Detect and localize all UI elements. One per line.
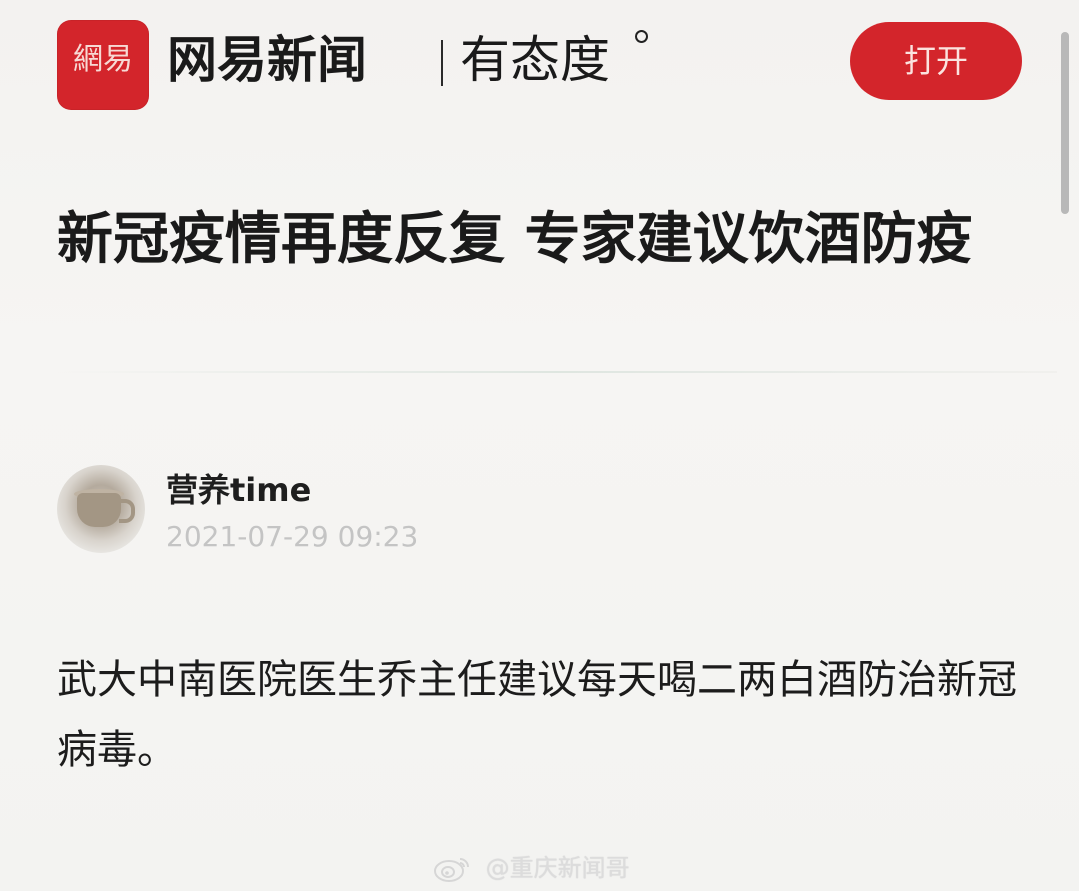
- article-title: 新冠疫情再度反复 专家建议饮酒防疫: [57, 207, 973, 272]
- weibo-icon: [434, 858, 469, 882]
- open-app-button[interactable]: 打开: [850, 22, 1022, 100]
- divider: [57, 371, 1057, 373]
- brand-name: 网易新闻: [167, 31, 367, 89]
- author-name[interactable]: 营养time: [166, 470, 311, 510]
- netease-news-logo: 網易: [57, 20, 149, 110]
- author-avatar[interactable]: [57, 465, 145, 553]
- app-header: 網易 网易新闻 有态度 打开: [0, 0, 1079, 130]
- weibo-watermark: @重庆新闻哥: [432, 850, 630, 886]
- publish-timestamp: 2021-07-29 09:23: [166, 520, 419, 553]
- scrollbar[interactable]: [1061, 32, 1069, 214]
- brand-slogan: 有态度: [460, 31, 610, 89]
- registered-mark-icon: [635, 30, 648, 43]
- watermark-text: @重庆新闻哥: [485, 854, 630, 882]
- article-body: 武大中南医院医生乔主任建议每天喝二两白酒防治新冠病毒。: [57, 657, 1017, 773]
- brand-divider: [441, 40, 443, 86]
- avatar-cup: [77, 493, 121, 527]
- news-article-page: 網易 网易新闻 有态度 打开 新冠疫情再度反复 专家建议饮酒防疫 营养time …: [0, 0, 1079, 891]
- avatar-cup-handle: [119, 499, 135, 523]
- logo-text: 網易: [73, 42, 133, 77]
